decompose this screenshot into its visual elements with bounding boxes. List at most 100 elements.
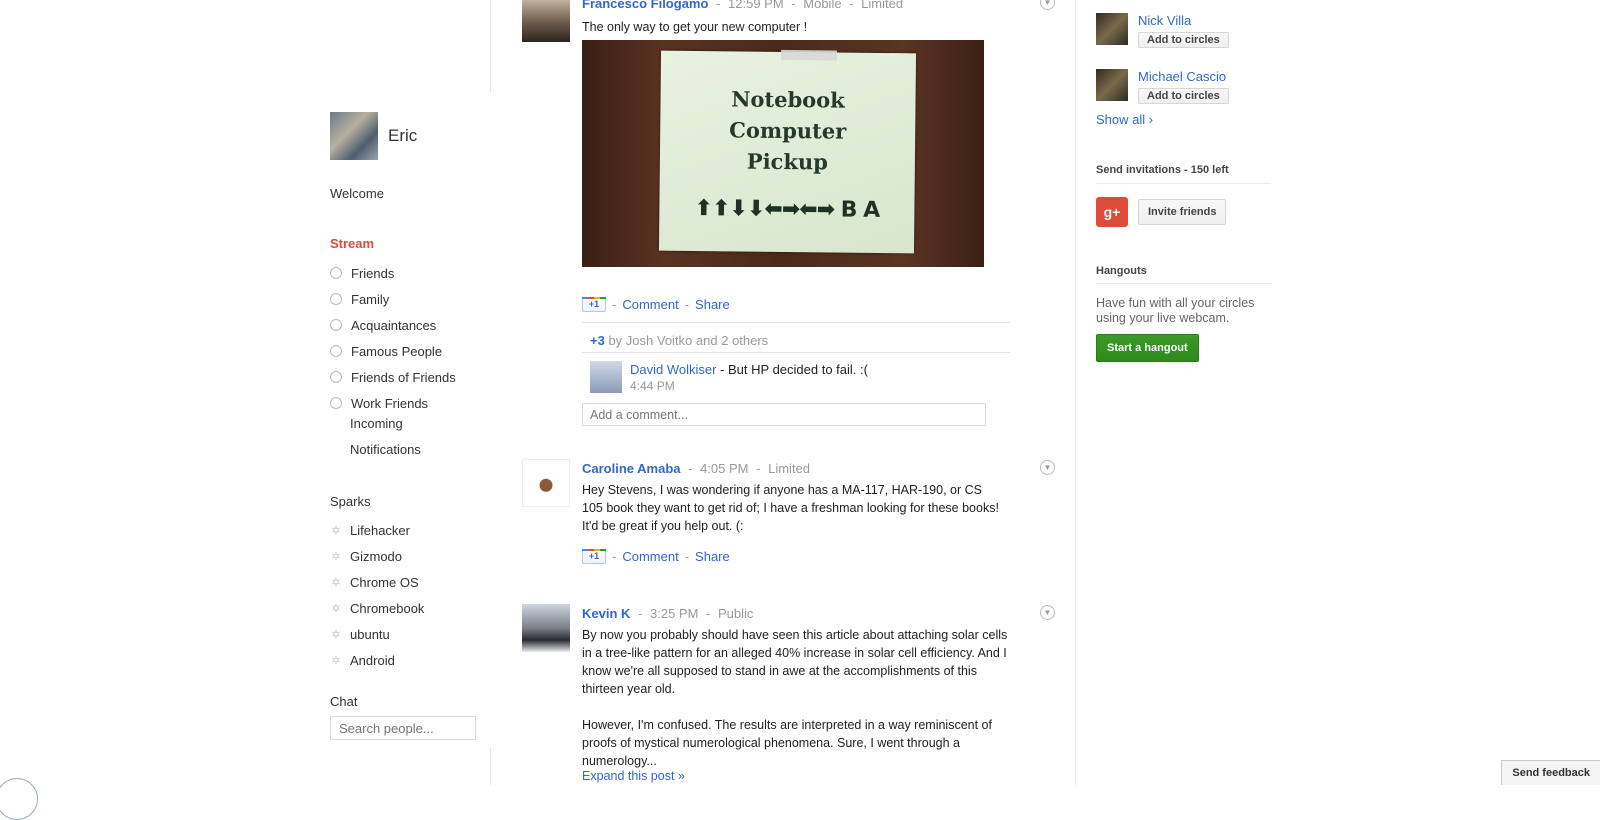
tape [780, 49, 838, 61]
profile-link[interactable]: Eric [330, 112, 417, 160]
right-divider [1075, 0, 1076, 785]
circle-icon [330, 371, 342, 383]
spark-item[interactable]: ✲ ubuntu [330, 621, 424, 647]
spark-label: Gizmodo [350, 548, 403, 564]
suggestion-avatar[interactable] [1096, 13, 1128, 45]
divider [582, 352, 1010, 353]
comment-avatar[interactable] [590, 361, 622, 393]
invite-friends-button[interactable]: Invite friends [1138, 199, 1227, 225]
add-to-circles-button[interactable]: Add to circles [1138, 88, 1229, 104]
spark-label: Chrome OS [350, 574, 419, 590]
circle-item[interactable]: Acquaintances [330, 312, 456, 338]
show-all-link[interactable]: Show all › [1096, 112, 1153, 127]
circle-item[interactable]: Friends [330, 260, 456, 286]
circle-list: Friends Family Acquaintances Famous Peop… [330, 260, 456, 416]
post-time[interactable]: 4:05 PM [700, 461, 748, 476]
post-menu-icon[interactable]: ▼ [1040, 605, 1055, 620]
spark-icon: ✲ [331, 576, 341, 589]
start-hangout-button[interactable]: Start a hangout [1096, 334, 1199, 362]
separator: - [688, 461, 693, 476]
post-text: However, I'm confused. The results are i… [582, 718, 992, 768]
post-author[interactable]: Francesco Filogamo [582, 0, 708, 11]
circle-label: Friends of Friends [351, 369, 456, 385]
post-visibility[interactable]: Limited [861, 0, 903, 11]
post-time[interactable]: 12:59 PM [728, 0, 784, 11]
send-feedback-button[interactable]: Send feedback [1501, 760, 1600, 785]
separator: - [612, 549, 617, 564]
post-author[interactable]: Kevin K [582, 606, 630, 621]
share-link[interactable]: Share [695, 549, 730, 564]
plus-one-button[interactable]: +1 [582, 297, 606, 312]
post-visibility[interactable]: Public [718, 606, 753, 621]
separator: - [756, 461, 761, 476]
suggestion-name[interactable]: Nick Villa [1138, 13, 1229, 29]
comment-time[interactable]: 4:44 PM [630, 379, 868, 393]
plus-one-button[interactable]: +1 [582, 549, 606, 564]
post-photo[interactable]: Notebook Computer Pickup ⬆⬆⬇⬇⬅➡⬅➡ B A [582, 40, 984, 267]
circle-item[interactable]: Family [330, 286, 456, 312]
comment-author[interactable]: David Wolkiser [630, 362, 716, 377]
stream-sub-list: Incoming Notifications [350, 416, 421, 468]
comment-link[interactable]: Comment [622, 549, 678, 564]
spark-item[interactable]: ✲ Chromebook [330, 595, 424, 621]
suggestion-name[interactable]: Michael Cascio [1138, 69, 1229, 85]
post-visibility[interactable]: Limited [768, 461, 810, 476]
suggestion-card: Nick Villa Add to circles [1096, 13, 1229, 48]
add-to-circles-button[interactable]: Add to circles [1138, 32, 1229, 48]
circle-item[interactable]: Friends of Friends [330, 364, 456, 390]
spark-label: Lifehacker [350, 522, 410, 538]
plus-summary[interactable]: +3 by Josh Voitko and 2 others [590, 333, 768, 348]
profile-name[interactable]: Eric [388, 126, 417, 146]
post-menu-icon[interactable]: ▼ [1040, 0, 1055, 10]
circle-icon [330, 345, 342, 357]
plus-by: by Josh Voitko and 2 others [608, 333, 769, 348]
spark-icon: ✲ [331, 524, 341, 537]
spark-label: Chromebook [350, 600, 425, 616]
separator: - [684, 549, 690, 564]
share-link[interactable]: Share [695, 297, 730, 312]
post-author-avatar[interactable] [522, 0, 570, 42]
separator: - [706, 606, 711, 621]
spark-icon: ✲ [331, 602, 341, 615]
gplus-invite-icon: g+ [1096, 197, 1128, 227]
post-time[interactable]: 3:25 PM [650, 606, 698, 621]
nav-incoming[interactable]: Incoming [350, 416, 421, 442]
post-header: Kevin K - 3:25 PM - Public [582, 606, 753, 621]
corner-decoration [0, 778, 38, 820]
add-comment-input[interactable] [582, 403, 986, 426]
spark-item[interactable]: ✲ Chrome OS [330, 569, 424, 595]
post-header: Caroline Amaba - 4:05 PM - Limited [582, 461, 810, 476]
spark-label: ubuntu [350, 626, 390, 642]
photo-sign: Notebook Computer Pickup ⬆⬆⬇⬇⬅➡⬅➡ B A [658, 49, 917, 254]
invitations-title: Send invitations - 150 left [1096, 164, 1229, 176]
sign-line: Notebook [731, 86, 845, 113]
circle-item[interactable]: Work Friends [330, 390, 456, 416]
nav-welcome[interactable]: Welcome [330, 186, 384, 201]
post-author-avatar[interactable] [522, 459, 570, 507]
spark-icon: ✲ [331, 654, 341, 667]
suggestion-avatar[interactable] [1096, 69, 1128, 101]
sign-line: Computer [729, 117, 847, 144]
nav-notifications[interactable]: Notifications [350, 442, 421, 468]
chat-search-input[interactable] [330, 716, 476, 740]
nav-stream[interactable]: Stream [330, 236, 374, 251]
avatar[interactable] [330, 112, 378, 160]
sparks-title[interactable]: Sparks [330, 494, 370, 509]
spark-item[interactable]: ✲ Lifehacker [330, 517, 424, 543]
post-source: Mobile [803, 0, 842, 11]
separator: - [716, 0, 721, 11]
expand-post-link[interactable]: Expand this post » [582, 769, 685, 783]
left-divider [490, 748, 491, 785]
comment-link[interactable]: Comment [622, 297, 678, 312]
plus-count[interactable]: +3 [590, 333, 605, 348]
post-author-avatar[interactable] [522, 604, 570, 652]
circle-label: Family [351, 291, 390, 307]
circle-item[interactable]: Famous People [330, 338, 456, 364]
post-author[interactable]: Caroline Amaba [582, 461, 681, 476]
spark-item[interactable]: ✲ Gizmodo [330, 543, 424, 569]
photo-sign-text: Notebook Computer Pickup [660, 83, 916, 179]
left-divider [490, 0, 491, 92]
spark-label: Android [350, 652, 395, 668]
post-menu-icon[interactable]: ▼ [1040, 460, 1055, 475]
spark-item[interactable]: ✲ Android [330, 647, 424, 673]
